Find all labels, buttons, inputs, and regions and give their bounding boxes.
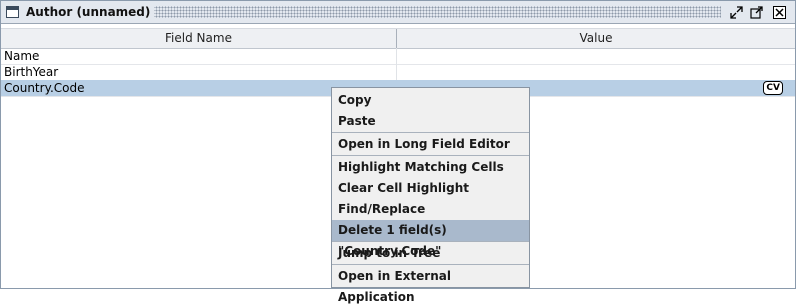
table-header: Field Name Value [1,28,795,49]
restore-icon[interactable] [729,5,743,19]
title-grip [137,6,721,18]
table-row[interactable]: BirthYear [1,64,795,81]
menu-separator [332,132,529,133]
menu-item-paste[interactable]: Paste [332,111,529,132]
field-name-cell: Country.Code [4,81,85,95]
column-header-value[interactable]: Value [397,29,795,48]
menu-item-find-replace[interactable]: Find/Replace [332,199,529,220]
table-row[interactable]: Name [1,48,795,65]
menu-item-open-external-application[interactable]: Open in External Application [332,266,529,304]
cell-divider [396,64,397,80]
column-header-field-name[interactable]: Field Name [1,29,396,48]
menu-separator [332,264,529,265]
menu-item-clear-cell-highlight[interactable]: Clear Cell Highlight [332,178,529,199]
context-menu: Copy Paste Open in Long Field Editor Hig… [331,87,530,304]
close-icon[interactable] [772,5,786,19]
cell-divider [396,48,397,64]
menu-item-highlight-matching-cells[interactable]: Highlight Matching Cells [332,157,529,178]
title-bar[interactable]: Author (unnamed) [1,1,795,24]
field-name-cell: Name [4,49,40,63]
cv-badge-icon[interactable]: CV [763,81,783,95]
menu-separator [332,155,529,156]
window-icon [6,6,19,18]
maximize-icon[interactable] [749,5,763,19]
menu-separator [332,241,529,242]
menu-item-open-long-field-editor[interactable]: Open in Long Field Editor [332,134,529,155]
menu-item-delete-field[interactable]: Delete 1 field(s) "Country.Code" [332,220,529,258]
menu-item-jump-to-in-tree[interactable]: Jump to in Tree [332,243,529,264]
window-title: Author (unnamed) [26,5,155,19]
menu-item-copy[interactable]: Copy [332,90,529,111]
field-name-cell: BirthYear [4,65,59,79]
